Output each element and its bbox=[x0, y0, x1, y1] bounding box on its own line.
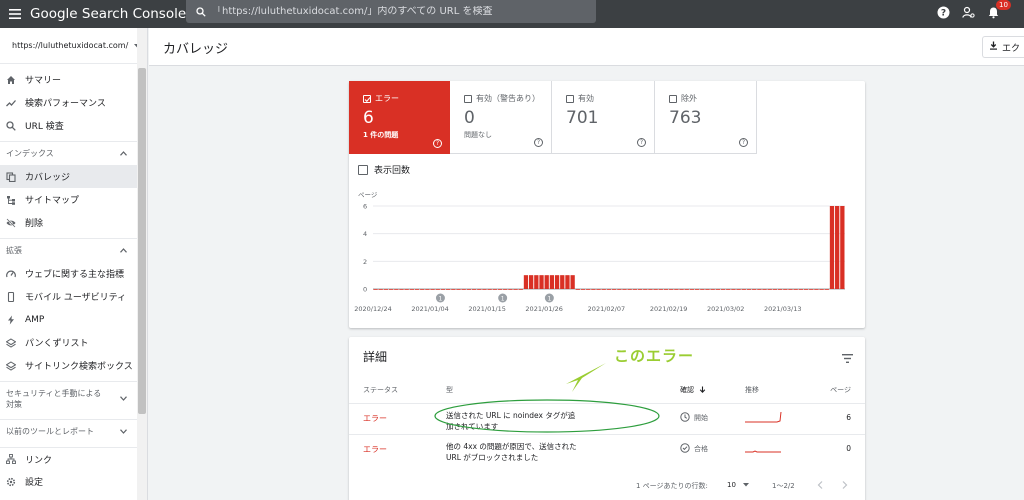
highlight-ellipse bbox=[434, 399, 660, 433]
annotation-overlay bbox=[434, 363, 660, 433]
annotation-label: このエラー bbox=[614, 347, 695, 365]
annotation-arrow bbox=[566, 363, 606, 392]
